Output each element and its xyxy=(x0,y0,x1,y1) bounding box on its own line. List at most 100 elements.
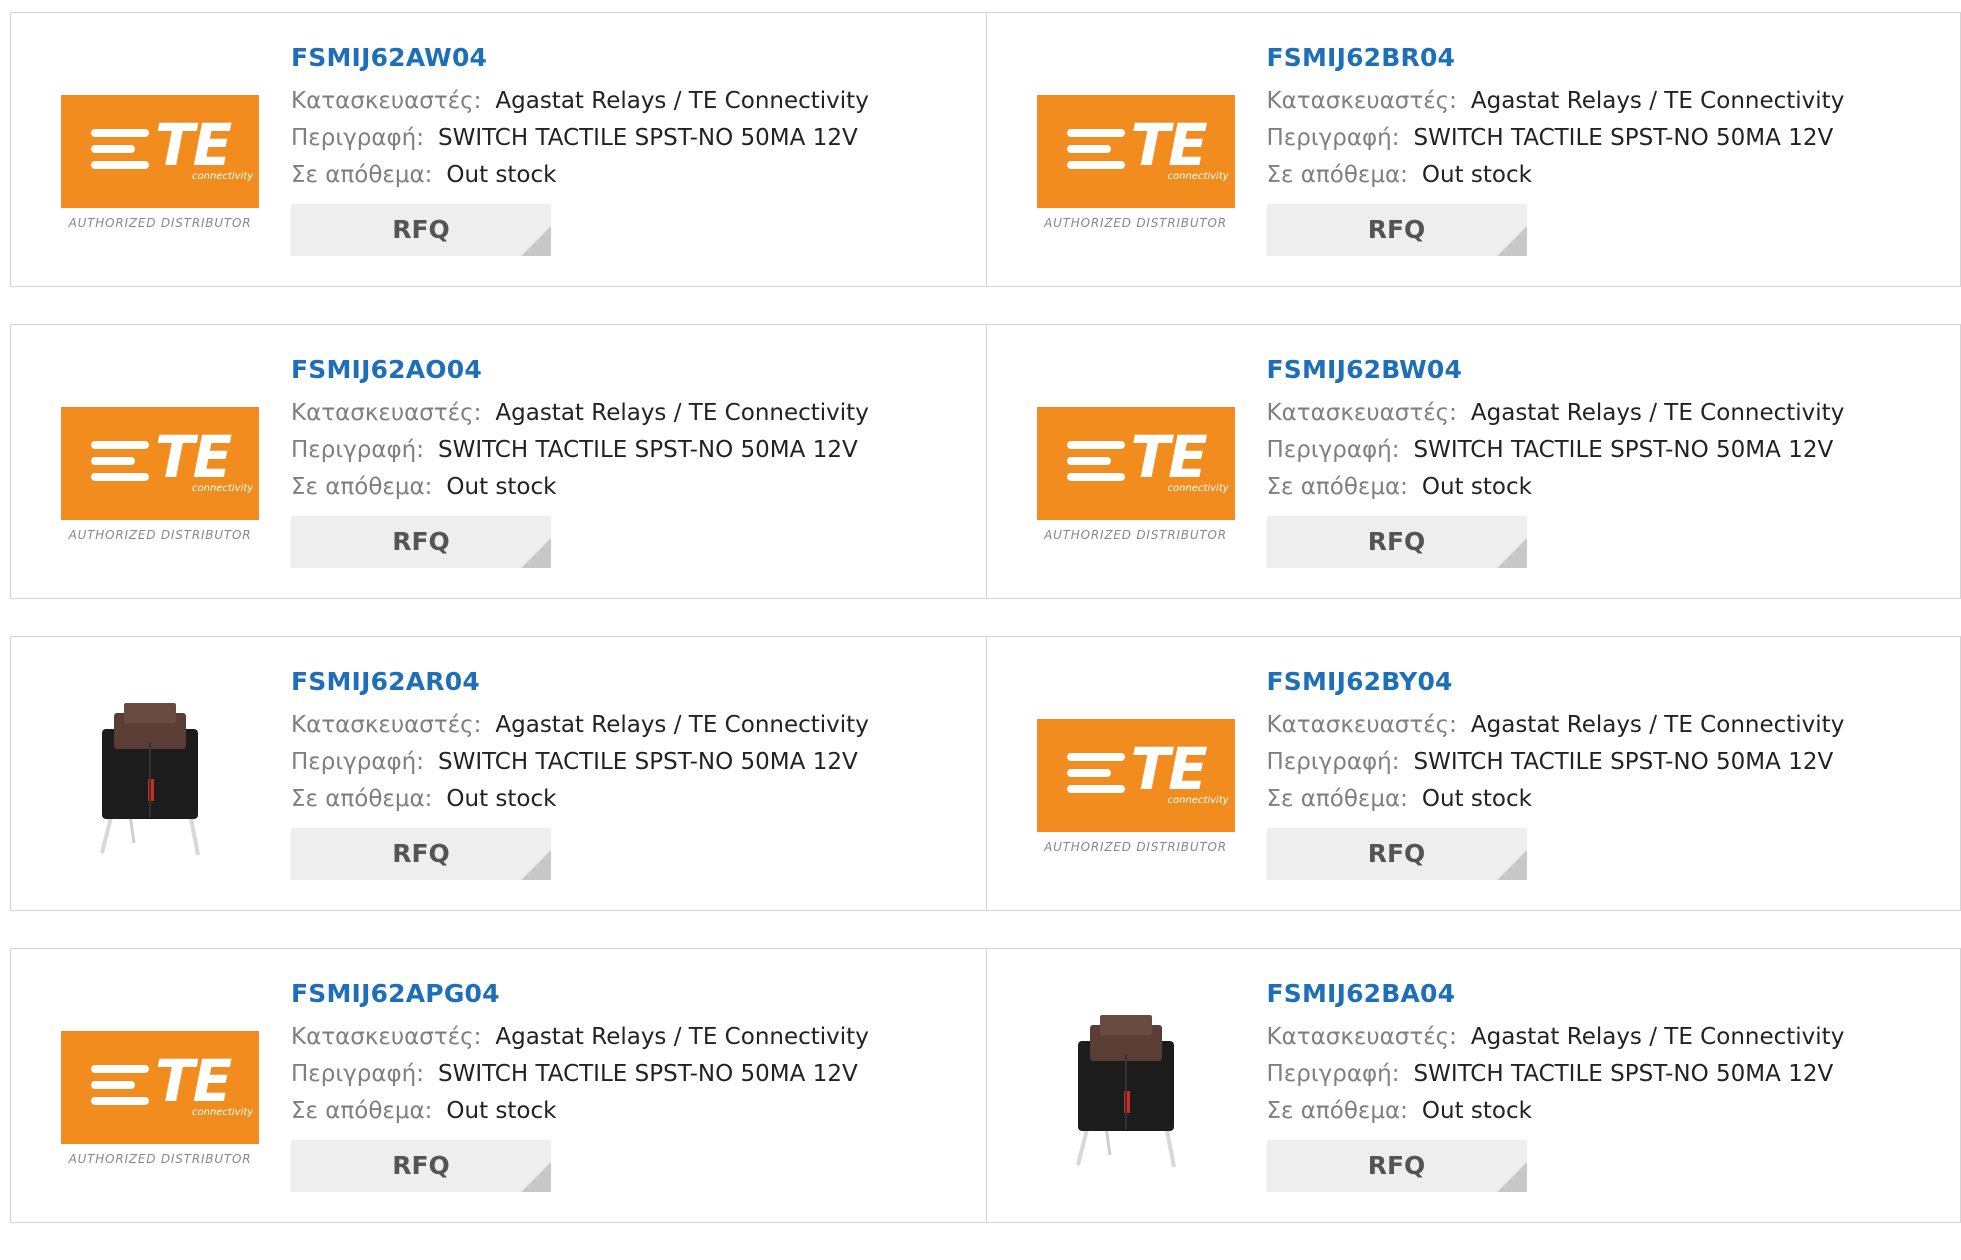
te-logo-bar xyxy=(91,129,149,137)
product-image[interactable] xyxy=(50,693,248,863)
part-number-link[interactable]: FSMIJ62AO04 xyxy=(291,355,869,384)
stock-line: Σε απόθεμα: Out stock xyxy=(1267,157,1845,194)
part-number-link[interactable]: FSMIJ62AW04 xyxy=(291,43,869,72)
description-line: Περιγραφή: SWITCH TACTILE SPST-NO 50MA 12… xyxy=(1267,744,1845,781)
rfq-button[interactable]: RFQ xyxy=(291,1140,551,1192)
te-logo-subtext: connectivity xyxy=(1167,795,1229,806)
product-image[interactable]: TE connectivity AUTHORIZED DISTRIBUTOR xyxy=(50,381,259,551)
description-line: Περιγραφή: SWITCH TACTILE SPST-NO 50MA 12… xyxy=(291,744,869,781)
rfq-button[interactable]: RFQ xyxy=(1266,828,1527,880)
rfq-label: RFQ xyxy=(1367,839,1426,868)
rfq-button[interactable]: RFQ xyxy=(291,204,551,256)
te-logo-bars xyxy=(1066,753,1125,801)
product-image[interactable]: TE connectivity AUTHORIZED DISTRIBUTOR xyxy=(1026,693,1235,863)
part-number-link[interactable]: FSMIJ62BY04 xyxy=(1267,667,1845,696)
product-card: TE connectivity AUTHORIZED DISTRIBUTOR FSM… xyxy=(11,13,986,286)
te-logo-bar xyxy=(91,1065,149,1073)
te-logo-bar xyxy=(1066,129,1125,137)
product-image[interactable]: TE connectivity AUTHORIZED DISTRIBUTOR xyxy=(50,1005,259,1175)
te-logo-bar xyxy=(1066,785,1125,793)
authorized-distributor-caption: AUTHORIZED DISTRIBUTOR xyxy=(68,1152,252,1166)
te-connectivity-logo: TE connectivity AUTHORIZED DISTRIBUTOR xyxy=(1036,407,1235,547)
manufacturer-label: Κατασκευαστές: xyxy=(291,712,482,738)
product-image[interactable] xyxy=(1026,1005,1224,1175)
te-logo-subtext: connectivity xyxy=(192,483,254,494)
manufacturer-line: Κατασκευαστές: Agastat Relays / TE Connec… xyxy=(291,395,869,432)
te-logo-text: TE xyxy=(1130,423,1208,491)
description-value: SWITCH TACTILE SPST-NO 50MA 12V xyxy=(1413,437,1834,463)
te-logo-bar xyxy=(1066,769,1111,777)
product-card: FSMIJ62BA04 Κατασκευαστές: Agastat Relays… xyxy=(985,949,1961,1222)
te-connectivity-logo: TE connectivity AUTHORIZED DISTRIBUTOR xyxy=(1036,95,1235,235)
manufacturer-label: Κατασκευαστές: xyxy=(1266,400,1457,426)
te-logo-bars xyxy=(91,129,149,177)
corner-fold-icon xyxy=(1496,538,1527,568)
corner-fold-icon xyxy=(1496,850,1527,880)
product-image[interactable]: TE connectivity AUTHORIZED DISTRIBUTOR xyxy=(1026,381,1235,551)
rfq-button[interactable]: RFQ xyxy=(1266,204,1527,256)
product-row: TE connectivity AUTHORIZED DISTRIBUTOR FSM… xyxy=(10,948,1961,1223)
corner-fold-icon xyxy=(521,1162,551,1192)
product-info: FSMIJ62AW04 Κατασκευαστές: Agastat Relays… xyxy=(291,43,869,256)
description-line: Περιγραφή: SWITCH TACTILE SPST-NO 50MA 12… xyxy=(291,432,869,469)
stock-value: Out stock xyxy=(1421,474,1532,500)
description-value: SWITCH TACTILE SPST-NO 50MA 12V xyxy=(1413,749,1834,775)
te-logo-bar xyxy=(1066,457,1111,465)
rfq-button[interactable]: RFQ xyxy=(1266,1140,1527,1192)
stock-line: Σε απόθεμα: Out stock xyxy=(291,781,869,818)
manufacturer-line: Κατασκευαστές: Agastat Relays / TE Connec… xyxy=(1267,395,1845,432)
authorized-distributor-caption: AUTHORIZED DISTRIBUTOR xyxy=(68,216,252,230)
te-logo-subtext: connectivity xyxy=(1167,483,1229,494)
rfq-button[interactable]: RFQ xyxy=(291,516,551,568)
tactile-switch-icon xyxy=(1075,1015,1176,1168)
description-label: Περιγραφή: xyxy=(1266,749,1400,775)
rfq-label: RFQ xyxy=(392,527,450,556)
te-logo-bar xyxy=(1066,161,1125,169)
stock-value: Out stock xyxy=(446,162,557,188)
part-number-link[interactable]: FSMIJ62BA04 xyxy=(1267,979,1845,1008)
manufacturer-value: Agastat Relays / TE Connectivity xyxy=(495,400,869,426)
description-line: Περιγραφή: SWITCH TACTILE SPST-NO 50MA 12… xyxy=(291,1056,869,1093)
manufacturer-line: Κατασκευαστές: Agastat Relays / TE Connec… xyxy=(291,707,869,744)
manufacturer-label: Κατασκευαστές: xyxy=(1266,1024,1457,1050)
description-value: SWITCH TACTILE SPST-NO 50MA 12V xyxy=(437,125,858,151)
product-image[interactable]: TE connectivity AUTHORIZED DISTRIBUTOR xyxy=(1026,69,1235,239)
description-line: Περιγραφή: SWITCH TACTILE SPST-NO 50MA 12… xyxy=(1267,120,1845,157)
te-connectivity-logo: TE connectivity AUTHORIZED DISTRIBUTOR xyxy=(61,1031,259,1171)
te-logo-text: TE xyxy=(155,111,232,179)
part-number-link[interactable]: FSMIJ62APG04 xyxy=(291,979,869,1008)
corner-fold-icon xyxy=(521,226,551,256)
te-logo-subtext: connectivity xyxy=(192,1107,254,1118)
description-line: Περιγραφή: SWITCH TACTILE SPST-NO 50MA 12… xyxy=(291,120,869,157)
description-label: Περιγραφή: xyxy=(1266,437,1400,463)
part-number-link[interactable]: FSMIJ62BW04 xyxy=(1267,355,1845,384)
manufacturer-line: Κατασκευαστές: Agastat Relays / TE Connec… xyxy=(291,1019,869,1056)
product-card: TE connectivity AUTHORIZED DISTRIBUTOR FSM… xyxy=(985,325,1961,598)
product-info: FSMIJ62AO04 Κατασκευαστές: Agastat Relays… xyxy=(291,355,869,568)
part-number-link[interactable]: FSMIJ62AR04 xyxy=(291,667,869,696)
te-connectivity-logo: TE connectivity AUTHORIZED DISTRIBUTOR xyxy=(1036,719,1235,859)
product-row: TE connectivity AUTHORIZED DISTRIBUTOR FSM… xyxy=(10,12,1961,287)
manufacturer-label: Κατασκευαστές: xyxy=(1266,88,1457,114)
rfq-label: RFQ xyxy=(1367,527,1426,556)
stock-line: Σε απόθεμα: Out stock xyxy=(291,469,869,506)
te-logo-text: TE xyxy=(155,1047,232,1115)
product-grid: TE connectivity AUTHORIZED DISTRIBUTOR FSM… xyxy=(10,12,1961,1260)
tactile-switch-icon xyxy=(100,703,200,856)
part-number-link[interactable]: FSMIJ62BR04 xyxy=(1267,43,1845,72)
rfq-button[interactable]: RFQ xyxy=(291,828,551,880)
authorized-distributor-caption: AUTHORIZED DISTRIBUTOR xyxy=(1044,216,1227,230)
product-row: TE connectivity AUTHORIZED DISTRIBUTOR FSM… xyxy=(10,324,1961,599)
description-label: Περιγραφή: xyxy=(1266,125,1400,151)
te-logo-box: TE connectivity xyxy=(1036,407,1235,520)
product-image[interactable]: TE connectivity AUTHORIZED DISTRIBUTOR xyxy=(50,69,259,239)
stock-value: Out stock xyxy=(1421,1098,1532,1124)
rfq-button[interactable]: RFQ xyxy=(1266,516,1527,568)
product-row: FSMIJ62AR04 Κατασκευαστές: Agastat Relays… xyxy=(10,636,1961,911)
rfq-label: RFQ xyxy=(1367,1151,1426,1180)
stock-label: Σε απόθεμα: xyxy=(1266,786,1408,812)
stock-value: Out stock xyxy=(446,474,557,500)
rfq-label: RFQ xyxy=(1367,215,1426,244)
te-logo-bar xyxy=(91,473,149,481)
manufacturer-label: Κατασκευαστές: xyxy=(291,400,482,426)
